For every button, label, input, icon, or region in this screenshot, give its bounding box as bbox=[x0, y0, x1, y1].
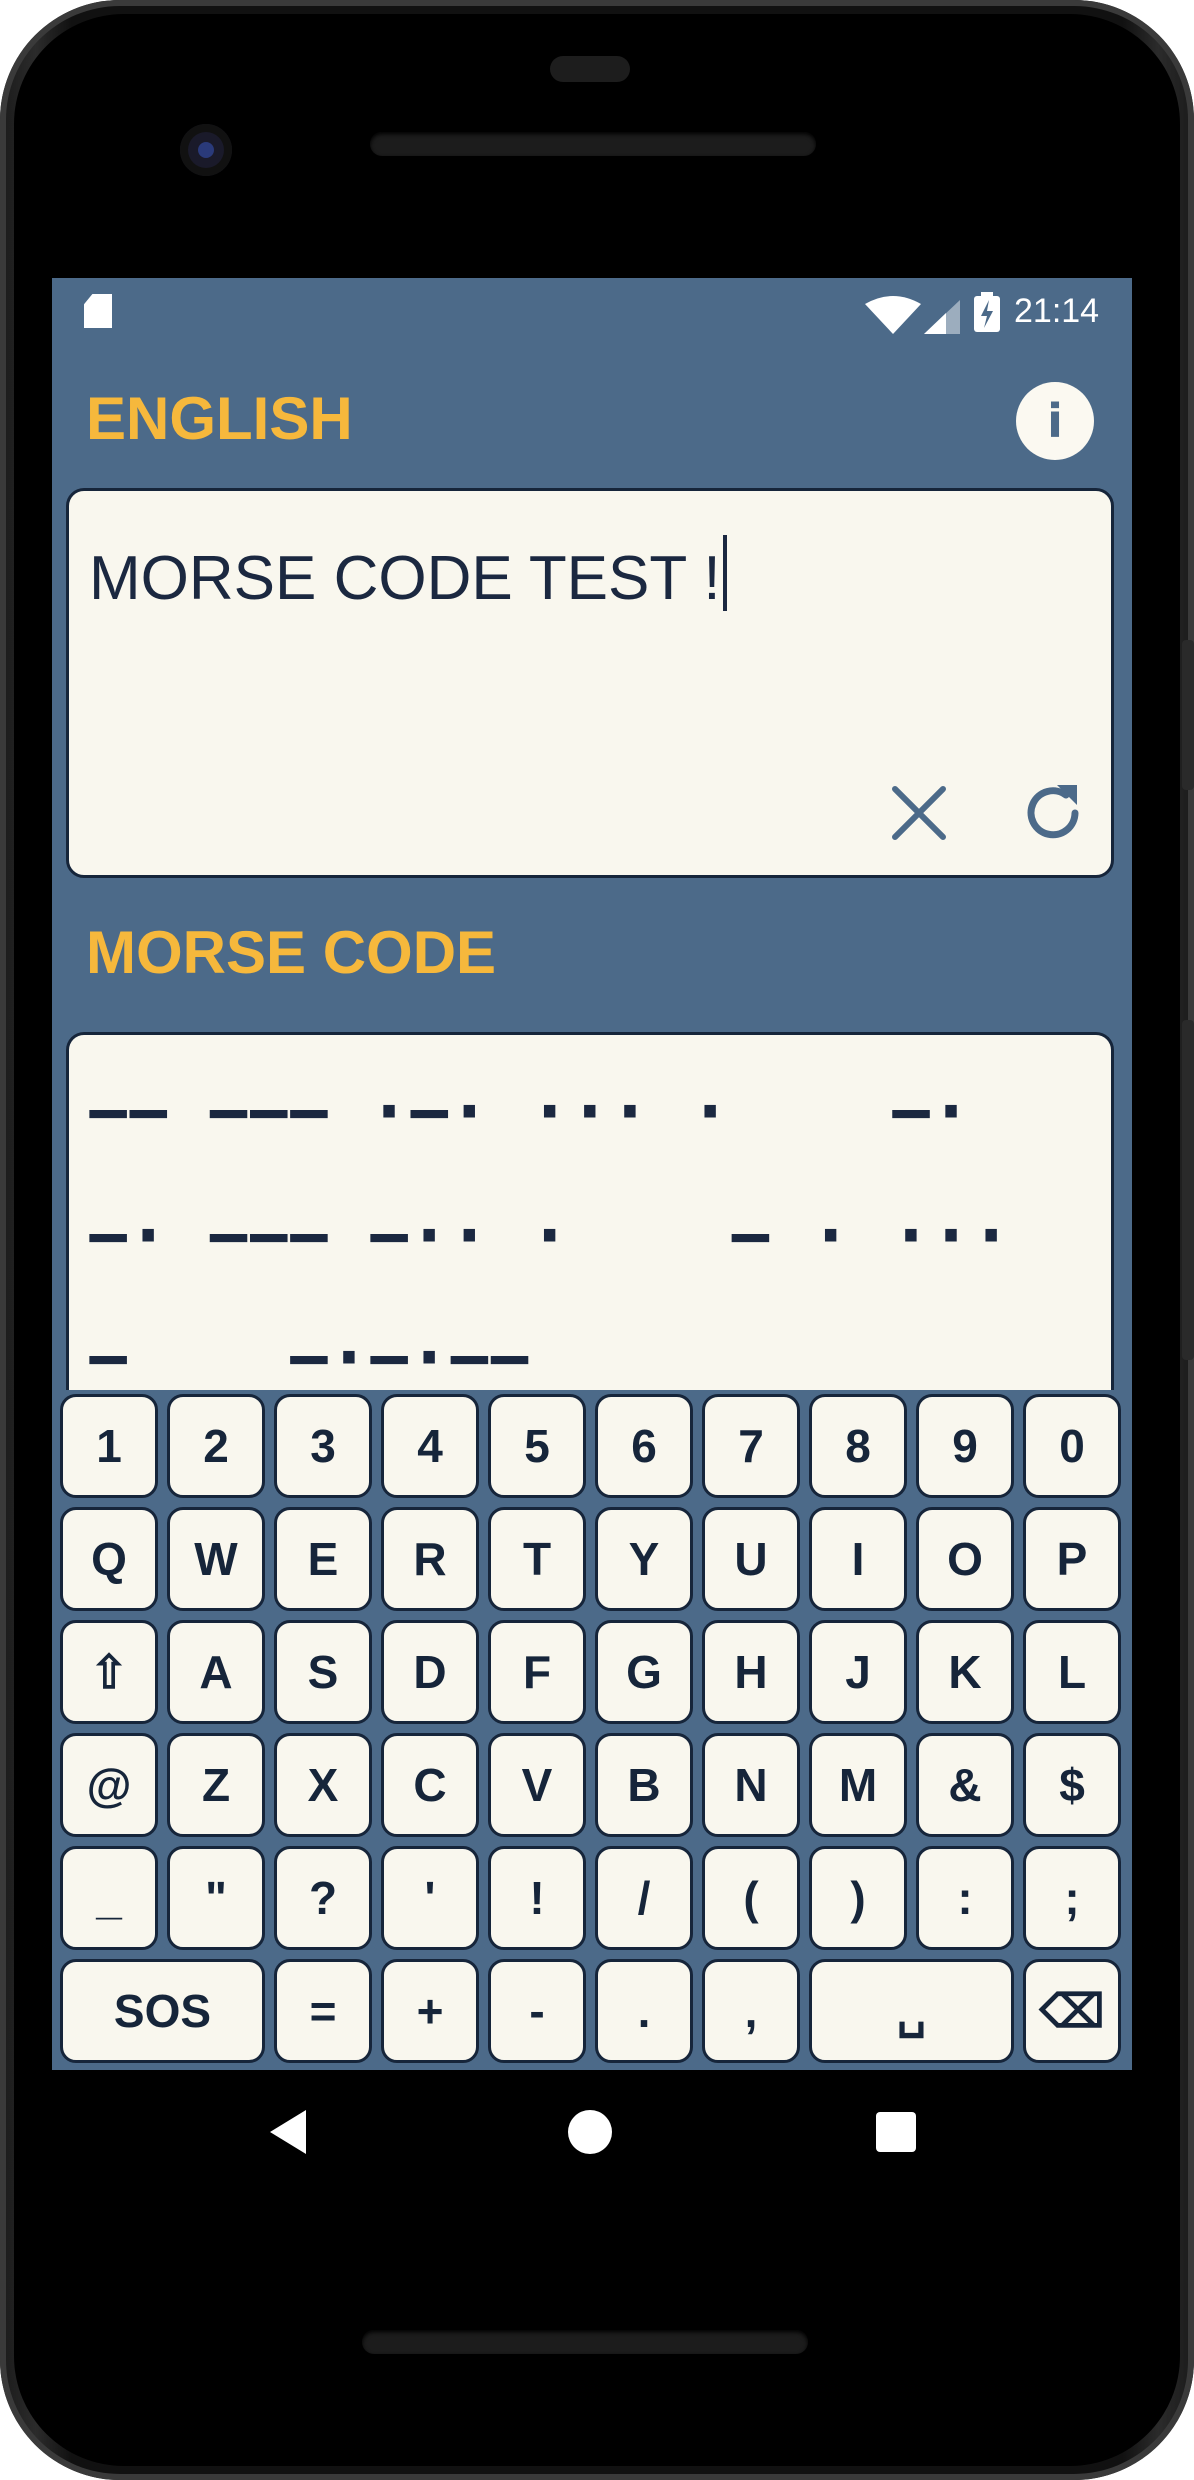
phone-frame: 21:14 ENGLISH i MORSE CODE TEST ! MORSE … bbox=[0, 0, 1194, 2480]
status-clock: 21:14 bbox=[1014, 292, 1100, 330]
key-i[interactable]: I bbox=[809, 1507, 907, 1611]
key-r[interactable]: R bbox=[381, 1507, 479, 1611]
exclamation-key[interactable]: ! bbox=[488, 1846, 586, 1950]
semicolon-key[interactable]: ; bbox=[1023, 1846, 1121, 1950]
battery-charging-icon bbox=[974, 292, 1000, 332]
key-q[interactable]: Q bbox=[60, 1507, 158, 1611]
key-d[interactable]: D bbox=[381, 1620, 479, 1724]
back-icon[interactable] bbox=[270, 2110, 306, 2154]
english-input-field[interactable]: MORSE CODE TEST ! bbox=[89, 535, 727, 614]
morse-line-1: −− −−− ·−· ··· · −· bbox=[87, 1071, 972, 1153]
front-camera bbox=[180, 124, 232, 176]
key-2[interactable]: 2 bbox=[167, 1394, 265, 1498]
system-nav-bar bbox=[0, 2070, 1194, 2202]
status-bar: 21:14 bbox=[52, 278, 1132, 344]
close-paren-key[interactable]: ) bbox=[809, 1846, 907, 1950]
key-l[interactable]: L bbox=[1023, 1620, 1121, 1724]
key-b[interactable]: B bbox=[595, 1733, 693, 1837]
morse-line-2: −· −−− −·· · − · ··· bbox=[87, 1195, 1012, 1277]
text-caret bbox=[722, 535, 727, 611]
at-key[interactable]: @ bbox=[60, 1733, 158, 1837]
open-paren-key[interactable]: ( bbox=[702, 1846, 800, 1950]
key-e[interactable]: E bbox=[274, 1507, 372, 1611]
english-input-value: MORSE CODE TEST ! bbox=[89, 544, 721, 613]
earpiece bbox=[550, 56, 630, 82]
key-t[interactable]: T bbox=[488, 1507, 586, 1611]
sd-card-icon bbox=[84, 294, 112, 328]
key-y[interactable]: Y bbox=[595, 1507, 693, 1611]
key-4[interactable]: 4 bbox=[381, 1394, 479, 1498]
key-a[interactable]: A bbox=[167, 1620, 265, 1724]
key-n[interactable]: N bbox=[702, 1733, 800, 1837]
shift-key[interactable]: ⇧ bbox=[60, 1620, 158, 1724]
morse-title: MORSE CODE bbox=[86, 919, 497, 986]
backspace-key[interactable]: ⌫ bbox=[1023, 1959, 1121, 2063]
close-icon[interactable] bbox=[889, 783, 949, 843]
slash-key[interactable]: / bbox=[595, 1846, 693, 1950]
key-m[interactable]: M bbox=[809, 1733, 907, 1837]
equals-key[interactable]: = bbox=[274, 1959, 372, 2063]
info-button[interactable]: i bbox=[1016, 382, 1094, 460]
key-3[interactable]: 3 bbox=[274, 1394, 372, 1498]
key-c[interactable]: C bbox=[381, 1733, 479, 1837]
key-z[interactable]: Z bbox=[167, 1733, 265, 1837]
apostrophe-key[interactable]: ' bbox=[381, 1846, 479, 1950]
home-icon[interactable] bbox=[568, 2110, 612, 2154]
key-5[interactable]: 5 bbox=[488, 1394, 586, 1498]
key-s[interactable]: S bbox=[274, 1620, 372, 1724]
quote-key[interactable]: " bbox=[167, 1846, 265, 1950]
comma-key[interactable]: , bbox=[702, 1959, 800, 2063]
top-speaker bbox=[370, 132, 816, 156]
morse-line-3: − −·−·−− bbox=[87, 1317, 531, 1399]
key-9[interactable]: 9 bbox=[916, 1394, 1014, 1498]
key-8[interactable]: 8 bbox=[809, 1394, 907, 1498]
bottom-speaker bbox=[362, 2330, 808, 2354]
morse-keyboard: 1 2 3 4 5 6 7 8 9 0 Q W E R T Y U I O P ⇧ A S D F G H J K L @ Z X C V B N M & $… bbox=[52, 1390, 1132, 2070]
ampersand-key[interactable]: & bbox=[916, 1733, 1014, 1837]
info-icon: i bbox=[1047, 394, 1063, 448]
key-j[interactable]: J bbox=[809, 1620, 907, 1724]
key-o[interactable]: O bbox=[916, 1507, 1014, 1611]
key-6[interactable]: 6 bbox=[595, 1394, 693, 1498]
morse-output-panel: −− −−− ·−· ··· · −· −· −−− −·· · − · ···… bbox=[66, 1032, 1114, 1412]
sos-key[interactable]: SOS bbox=[60, 1959, 265, 2063]
question-key[interactable]: ? bbox=[274, 1846, 372, 1950]
key-w[interactable]: W bbox=[167, 1507, 265, 1611]
cell-signal-icon bbox=[924, 300, 960, 334]
key-v[interactable]: V bbox=[488, 1733, 586, 1837]
key-f[interactable]: F bbox=[488, 1620, 586, 1724]
key-7[interactable]: 7 bbox=[702, 1394, 800, 1498]
space-key[interactable]: ␣ bbox=[809, 1959, 1014, 2063]
plus-key[interactable]: + bbox=[381, 1959, 479, 2063]
power-button bbox=[1182, 640, 1194, 790]
key-h[interactable]: H bbox=[702, 1620, 800, 1724]
minus-key[interactable]: - bbox=[488, 1959, 586, 2063]
refresh-icon[interactable] bbox=[1019, 779, 1087, 847]
wifi-icon bbox=[865, 296, 921, 334]
key-p[interactable]: P bbox=[1023, 1507, 1121, 1611]
key-k[interactable]: K bbox=[916, 1620, 1014, 1724]
key-u[interactable]: U bbox=[702, 1507, 800, 1611]
period-key[interactable]: . bbox=[595, 1959, 693, 2063]
key-0[interactable]: 0 bbox=[1023, 1394, 1121, 1498]
english-input-panel[interactable]: MORSE CODE TEST ! bbox=[66, 488, 1114, 878]
recents-icon[interactable] bbox=[876, 2112, 916, 2152]
app-screen: 21:14 ENGLISH i MORSE CODE TEST ! MORSE … bbox=[52, 278, 1132, 2070]
key-1[interactable]: 1 bbox=[60, 1394, 158, 1498]
volume-button bbox=[1182, 1020, 1194, 1360]
key-x[interactable]: X bbox=[274, 1733, 372, 1837]
english-title: ENGLISH bbox=[86, 385, 353, 452]
dollar-key[interactable]: $ bbox=[1023, 1733, 1121, 1837]
colon-key[interactable]: : bbox=[916, 1846, 1014, 1950]
underscore-key[interactable]: _ bbox=[60, 1846, 158, 1950]
key-g[interactable]: G bbox=[595, 1620, 693, 1724]
